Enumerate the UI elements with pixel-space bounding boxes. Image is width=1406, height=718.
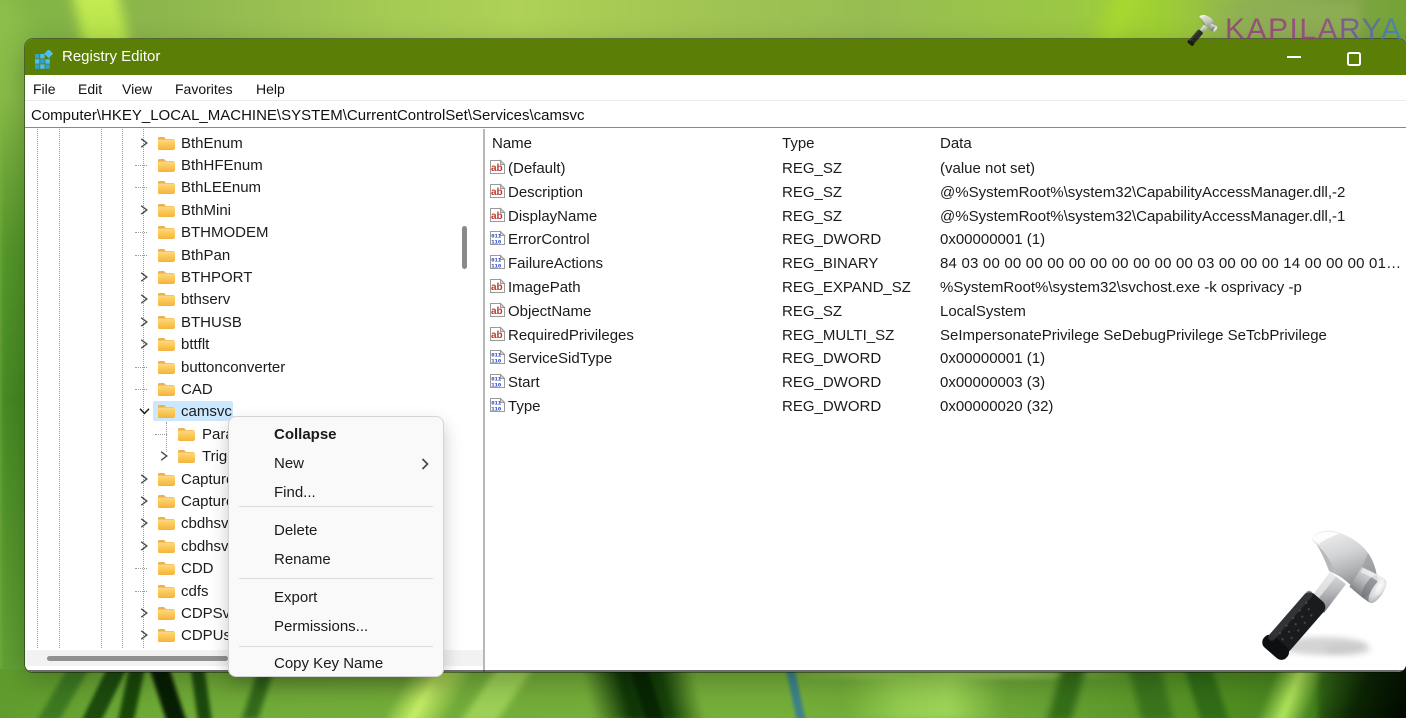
- svg-text:ab: ab: [491, 282, 503, 293]
- svg-text:ab: ab: [491, 211, 503, 222]
- svg-text:ab: ab: [491, 306, 503, 317]
- svg-text:ab: ab: [491, 163, 503, 174]
- svg-text:110: 110: [491, 406, 502, 413]
- svg-text:ab: ab: [491, 330, 503, 341]
- svg-text:110: 110: [491, 239, 502, 246]
- svg-text:110: 110: [491, 263, 502, 270]
- svg-text:110: 110: [491, 358, 502, 365]
- svg-text:ab: ab: [491, 187, 503, 198]
- svg-text:110: 110: [491, 382, 502, 389]
